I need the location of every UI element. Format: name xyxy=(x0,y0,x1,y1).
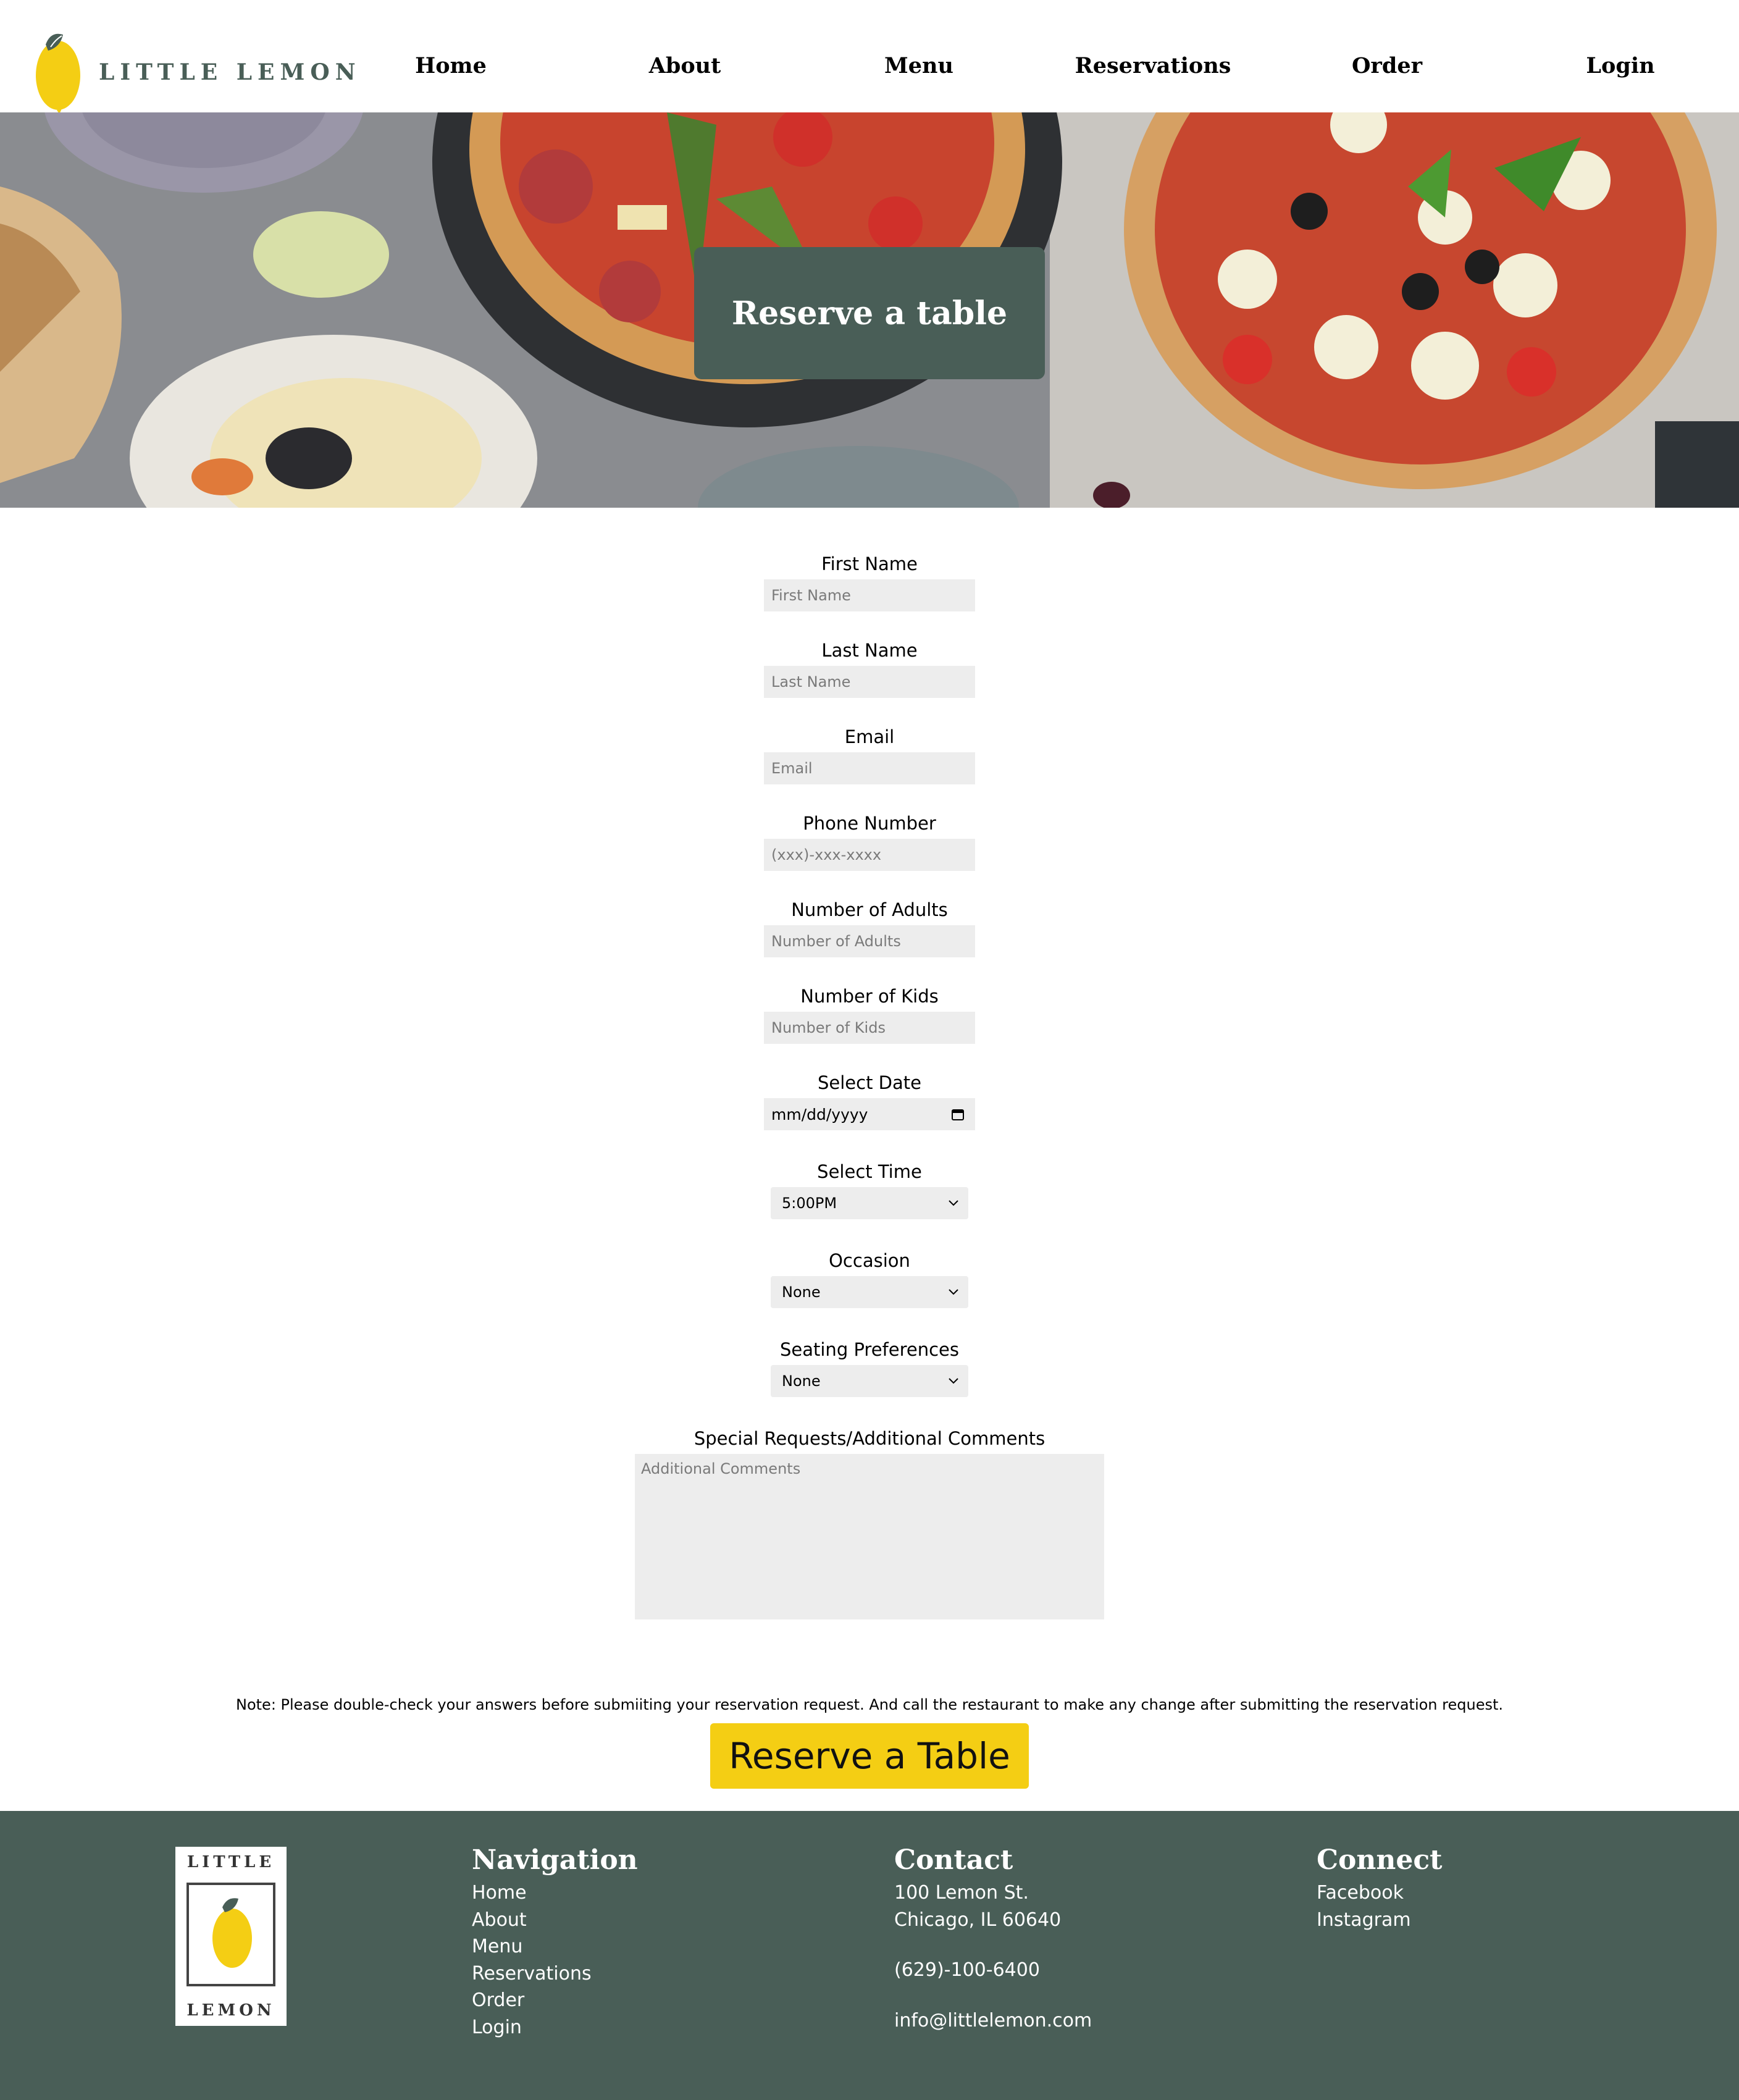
footer-logo-top: LITTLE xyxy=(186,1853,275,1871)
footer-link-reservations[interactable]: Reservations xyxy=(472,1960,638,1988)
brand-name: LITTLE LEMON xyxy=(99,59,361,85)
footer-navigation: Navigation Home About Menu Reservations … xyxy=(472,1844,638,2041)
nav-about[interactable]: About xyxy=(649,53,721,78)
footer-logo-frame xyxy=(186,1883,275,1986)
site-header: LITTLE LEMON Home About Menu Reservation… xyxy=(0,0,1739,114)
first-name-label: First Name xyxy=(821,553,918,574)
nav-reservations[interactable]: Reservations xyxy=(1075,53,1231,78)
footer-link-facebook[interactable]: Facebook xyxy=(1317,1880,1442,1907)
footer-contact-title: Contact xyxy=(894,1844,1013,1876)
seating-select[interactable]: None xyxy=(771,1365,968,1397)
occasion-label: Occasion xyxy=(829,1250,910,1271)
footer-link-menu[interactable]: Menu xyxy=(472,1933,638,1960)
contact-address-line2: Chicago, IL 60640 xyxy=(894,1909,1062,1931)
hero-banner: Reserve a table xyxy=(0,112,1739,508)
seating-value: None xyxy=(782,1372,821,1390)
phone-label: Phone Number xyxy=(803,813,936,834)
time-select[interactable]: 5:00PM xyxy=(771,1187,968,1219)
brand-logo[interactable]: LITTLE LEMON xyxy=(32,31,356,114)
footer-link-order[interactable]: Order xyxy=(472,1987,638,2014)
date-value: mm/dd/yyyy xyxy=(771,1105,868,1124)
form-note: Note: Please double-check your answers b… xyxy=(236,1696,1503,1713)
lemon-logo-icon xyxy=(36,33,80,114)
footer-connect: Connect Facebook Instagram xyxy=(1317,1844,1442,1933)
footer-navigation-title: Navigation xyxy=(472,1844,638,1876)
first-name-input[interactable] xyxy=(764,579,975,611)
hero-title: Reserve a table xyxy=(731,294,1008,332)
reserve-table-button[interactable]: Reserve a Table xyxy=(710,1723,1029,1789)
chevron-down-icon xyxy=(949,1378,958,1384)
adults-input[interactable] xyxy=(764,925,975,957)
footer-connect-title: Connect xyxy=(1317,1844,1443,1876)
nav-home[interactable]: Home xyxy=(415,53,487,78)
occasion-value: None xyxy=(782,1283,821,1301)
kids-input[interactable] xyxy=(764,1012,975,1044)
date-label: Select Date xyxy=(818,1072,921,1093)
last-name-label: Last Name xyxy=(821,640,918,661)
seating-label: Seating Preferences xyxy=(779,1339,959,1360)
date-input[interactable]: mm/dd/yyyy xyxy=(764,1098,975,1130)
comments-textarea[interactable]: Additional Comments xyxy=(635,1454,1104,1619)
contact-address-line1: 100 Lemon St. xyxy=(894,1882,1029,1904)
chevron-down-icon xyxy=(949,1289,958,1295)
calendar-icon[interactable] xyxy=(950,1107,965,1122)
lemon-logo-icon xyxy=(212,1898,252,1968)
nav-login[interactable]: Login xyxy=(1586,53,1654,78)
chevron-down-icon xyxy=(949,1200,958,1206)
nav-order[interactable]: Order xyxy=(1352,53,1422,78)
footer-link-login[interactable]: Login xyxy=(472,2014,638,2041)
phone-input[interactable] xyxy=(764,839,975,871)
site-footer: LITTLE LEMON Navigation Home About Menu … xyxy=(0,1811,1739,2100)
comments-label: Special Requests/Additional Comments xyxy=(694,1428,1045,1449)
comments-placeholder: Additional Comments xyxy=(641,1460,801,1477)
hero-card: Reserve a table xyxy=(694,247,1045,379)
adults-label: Number of Adults xyxy=(791,899,948,920)
footer-logo-bottom: LEMON xyxy=(186,2001,275,2020)
time-value: 5:00PM xyxy=(782,1195,837,1212)
time-label: Select Time xyxy=(817,1161,922,1182)
contact-email[interactable]: info@littlelemon.com xyxy=(894,2007,1092,2035)
footer-link-about[interactable]: About xyxy=(472,1907,638,1934)
email-input[interactable] xyxy=(764,752,975,784)
footer-contact: Contact 100 Lemon St. Chicago, IL 60640 … xyxy=(894,1844,1092,2034)
kids-label: Number of Kids xyxy=(800,986,939,1007)
last-name-input[interactable] xyxy=(764,666,975,698)
footer-link-instagram[interactable]: Instagram xyxy=(1317,1907,1442,1934)
footer-link-home[interactable]: Home xyxy=(472,1880,638,1907)
nav-menu[interactable]: Menu xyxy=(884,53,953,78)
occasion-select[interactable]: None xyxy=(771,1276,968,1308)
email-label: Email xyxy=(844,726,895,747)
footer-logo[interactable]: LITTLE LEMON xyxy=(175,1847,287,2026)
contact-phone[interactable]: (629)-100-6400 xyxy=(894,1957,1092,1984)
